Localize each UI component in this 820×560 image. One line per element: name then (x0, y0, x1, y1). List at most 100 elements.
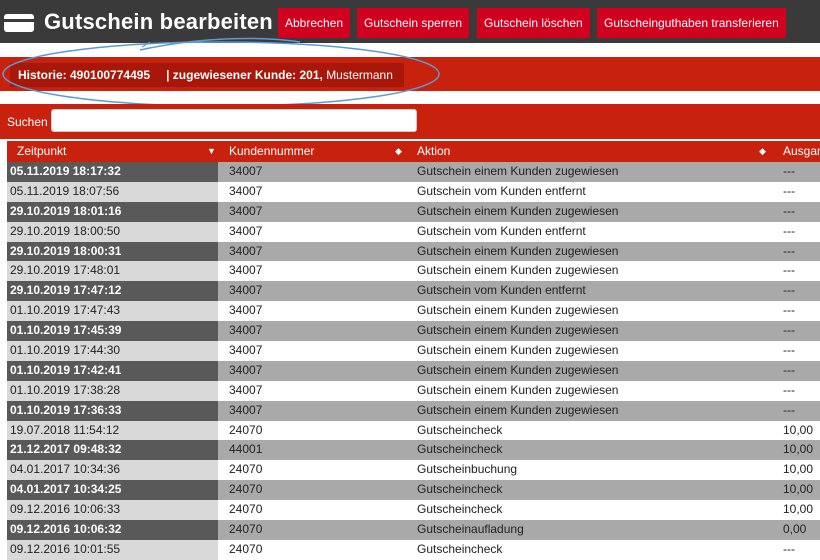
cell-aktion: Gutschein vom Kunden entfernt (417, 283, 586, 298)
table-row[interactable]: 01.10.2019 17:42:41 34007 Gutschein einem … (7, 360, 820, 381)
cell-ausgabe: 10,00 (783, 462, 814, 477)
table-row[interactable]: 01.10.2019 17:45:39 34007 Gutschein einem … (7, 321, 820, 342)
cell-aktion: Gutscheincheck (417, 442, 503, 457)
cell-zeitpunkt: 29.10.2019 17:47:12 (7, 281, 218, 302)
cell-ausgabe: 10,00 (783, 482, 814, 497)
cell-ausgabe: --- (783, 223, 795, 238)
cell-ausgabe: --- (783, 303, 795, 318)
table-header: Zeitpunkt ▼ Kundennummer ◆ Aktion ◆ Ausg… (7, 141, 820, 162)
cell-aktion: Gutschein vom Kunden entfernt (417, 223, 586, 238)
cell-zeitpunkt: 19.07.2018 11:54:12 (7, 420, 218, 441)
table-row[interactable]: 29.10.2019 17:47:12 34007 Gutschein vom Ku… (7, 281, 820, 302)
cell-ausgabe: --- (783, 382, 795, 397)
table-row[interactable]: 09.12.2016 10:06:33 24070 Gutscheincheck 10… (7, 500, 820, 521)
cell-aktion: Gutschein einem Kunden zugewiesen (417, 323, 619, 338)
cell-aktion: Gutschein einem Kunden zugewiesen (417, 362, 619, 377)
table-row[interactable]: 29.10.2019 18:01:16 34007 Gutschein einem … (7, 201, 820, 222)
cell-zeitpunkt: 05.11.2019 18:17:32 (7, 162, 218, 182)
cell-ausgabe: --- (783, 362, 795, 377)
cell-ausgabe: --- (783, 164, 795, 178)
cell-ausgabe: 10,00 (783, 442, 814, 457)
cell-aktion: Gutschein einem Kunden zugewiesen (417, 382, 619, 397)
cell-ausgabe: --- (783, 263, 795, 278)
table-row[interactable]: 04.01.2017 10:34:25 24070 Gutscheincheck 10… (7, 480, 820, 501)
table-row[interactable]: 21.12.2017 09:48:32 44001 Gutscheincheck 10… (7, 440, 820, 461)
column-header-zeitpunkt[interactable]: Zeitpunkt (17, 141, 66, 162)
cell-zeitpunkt: 04.01.2017 10:34:36 (7, 460, 218, 481)
cell-zeitpunkt: 29.10.2019 18:01:16 (7, 201, 218, 222)
table-row[interactable]: 05.11.2019 18:17:32 34007 Gutschein einem … (7, 162, 820, 182)
table-row[interactable]: 05.11.2019 18:07:56 34007 Gutschein vom Ku… (7, 181, 820, 202)
cell-zeitpunkt: 29.10.2019 17:48:01 (7, 261, 218, 282)
table-row[interactable]: 29.10.2019 18:00:50 34007 Gutschein vom Ku… (7, 221, 820, 242)
cell-kundennummer: 24070 (218, 420, 820, 441)
cell-zeitpunkt: 29.10.2019 18:00:31 (7, 241, 218, 262)
cell-zeitpunkt: 01.10.2019 17:47:43 (7, 301, 218, 322)
sort-both-icon[interactable]: ◆ (395, 141, 402, 162)
cell-aktion: Gutschein einem Kunden zugewiesen (417, 263, 619, 278)
table-row[interactable]: 09.12.2016 10:06:32 24070 Gutscheinaufladu… (7, 520, 820, 540)
cell-ausgabe: --- (783, 343, 795, 358)
cell-ausgabe: 0,00 (783, 522, 807, 537)
cell-aktion: Gutscheincheck (417, 502, 503, 517)
cell-aktion: Gutschein vom Kunden entfernt (417, 183, 586, 198)
cell-zeitpunkt: 01.10.2019 17:38:28 (7, 380, 218, 401)
cell-ausgabe: --- (783, 203, 795, 218)
cell-ausgabe: 10,00 (783, 422, 814, 437)
cell-zeitpunkt: 01.10.2019 17:42:41 (7, 360, 218, 381)
cell-zeitpunkt: 01.10.2019 17:44:30 (7, 341, 218, 361)
cell-kundennummer: 24070 (218, 460, 820, 481)
table-row[interactable]: 01.10.2019 17:47:43 34007 Gutschein einem … (7, 301, 820, 322)
cell-ausgabe: --- (783, 402, 795, 417)
table-row[interactable]: 29.10.2019 18:00:31 34007 Gutschein einem … (7, 241, 820, 262)
annotation-ellipse (2, 37, 440, 107)
cell-kundennummer: 24070 (218, 539, 820, 560)
cell-ausgabe: --- (783, 323, 795, 338)
cell-ausgabe: --- (783, 183, 795, 198)
cell-kundennummer: 24070 (218, 500, 820, 521)
cell-aktion: Gutschein einem Kunden zugewiesen (417, 203, 619, 218)
table-row[interactable]: 01.10.2019 17:44:30 34007 Gutschein einem … (7, 341, 820, 361)
transfer-balance-button[interactable]: Gutscheinguthaben transferieren (597, 8, 786, 38)
cell-zeitpunkt: 09.12.2016 10:06:33 (7, 500, 218, 521)
table-row[interactable]: 01.10.2019 17:38:28 34007 Gutschein einem … (7, 380, 820, 401)
cell-aktion: Gutschein einem Kunden zugewiesen (417, 303, 619, 318)
cell-aktion: Gutscheinaufladung (417, 522, 524, 537)
sort-desc-icon[interactable]: ▼ (207, 141, 216, 162)
cell-aktion: Gutschein einem Kunden zugewiesen (417, 243, 619, 258)
cell-ausgabe: --- (783, 243, 795, 258)
column-header-kundennummer[interactable]: Kundennummer (229, 141, 314, 162)
cell-aktion: Gutscheincheck (417, 482, 503, 497)
column-header-aktion[interactable]: Aktion (417, 141, 450, 162)
table-row[interactable]: 19.07.2018 11:54:12 24070 Gutscheincheck 10… (7, 420, 820, 441)
cell-zeitpunkt: 09.12.2016 10:06:32 (7, 520, 218, 540)
cell-ausgabe: --- (783, 541, 795, 556)
cell-zeitpunkt: 01.10.2019 17:45:39 (7, 321, 218, 342)
sort-both-icon[interactable]: ◆ (759, 141, 766, 162)
cell-zeitpunkt: 01.10.2019 17:36:33 (7, 400, 218, 421)
cell-aktion: Gutscheincheck (417, 422, 503, 437)
column-header-ausgabe[interactable]: Ausgan (783, 141, 820, 162)
table-row[interactable]: 01.10.2019 17:36:33 34007 Gutschein einem … (7, 400, 820, 421)
cell-zeitpunkt: 04.01.2017 10:34:25 (7, 480, 218, 501)
cell-aktion: Gutscheincheck (417, 541, 503, 556)
search-label: Suchen (7, 115, 48, 129)
history-table-body: 05.11.2019 18:17:32 34007 Gutschein einem … (7, 162, 820, 560)
cell-ausgabe: --- (783, 283, 795, 298)
table-row[interactable]: 04.01.2017 10:34:36 24070 Gutscheinbuchung… (7, 460, 820, 481)
cell-zeitpunkt: 29.10.2019 18:00:50 (7, 221, 218, 242)
cell-aktion: Gutschein einem Kunden zugewiesen (417, 343, 619, 358)
delete-voucher-button[interactable]: Gutschein löschen (477, 8, 590, 38)
cell-ausgabe: 10,00 (783, 502, 814, 517)
cell-aktion: Gutschein einem Kunden zugewiesen (417, 164, 619, 178)
cell-kundennummer: 44001 (218, 440, 820, 461)
cell-kundennummer: 24070 (218, 480, 820, 501)
cell-zeitpunkt: 21.12.2017 09:48:32 (7, 440, 218, 461)
cell-aktion: Gutscheinbuchung (417, 462, 518, 477)
cell-zeitpunkt: 09.12.2016 10:01:55 (7, 539, 218, 560)
search-input[interactable] (51, 109, 417, 132)
table-row[interactable]: 09.12.2016 10:01:55 24070 Gutscheincheck --… (7, 539, 820, 560)
table-row[interactable]: 29.10.2019 17:48:01 34007 Gutschein einem … (7, 261, 820, 282)
cell-zeitpunkt: 05.11.2019 18:07:56 (7, 181, 218, 202)
cell-aktion: Gutschein einem Kunden zugewiesen (417, 402, 619, 417)
